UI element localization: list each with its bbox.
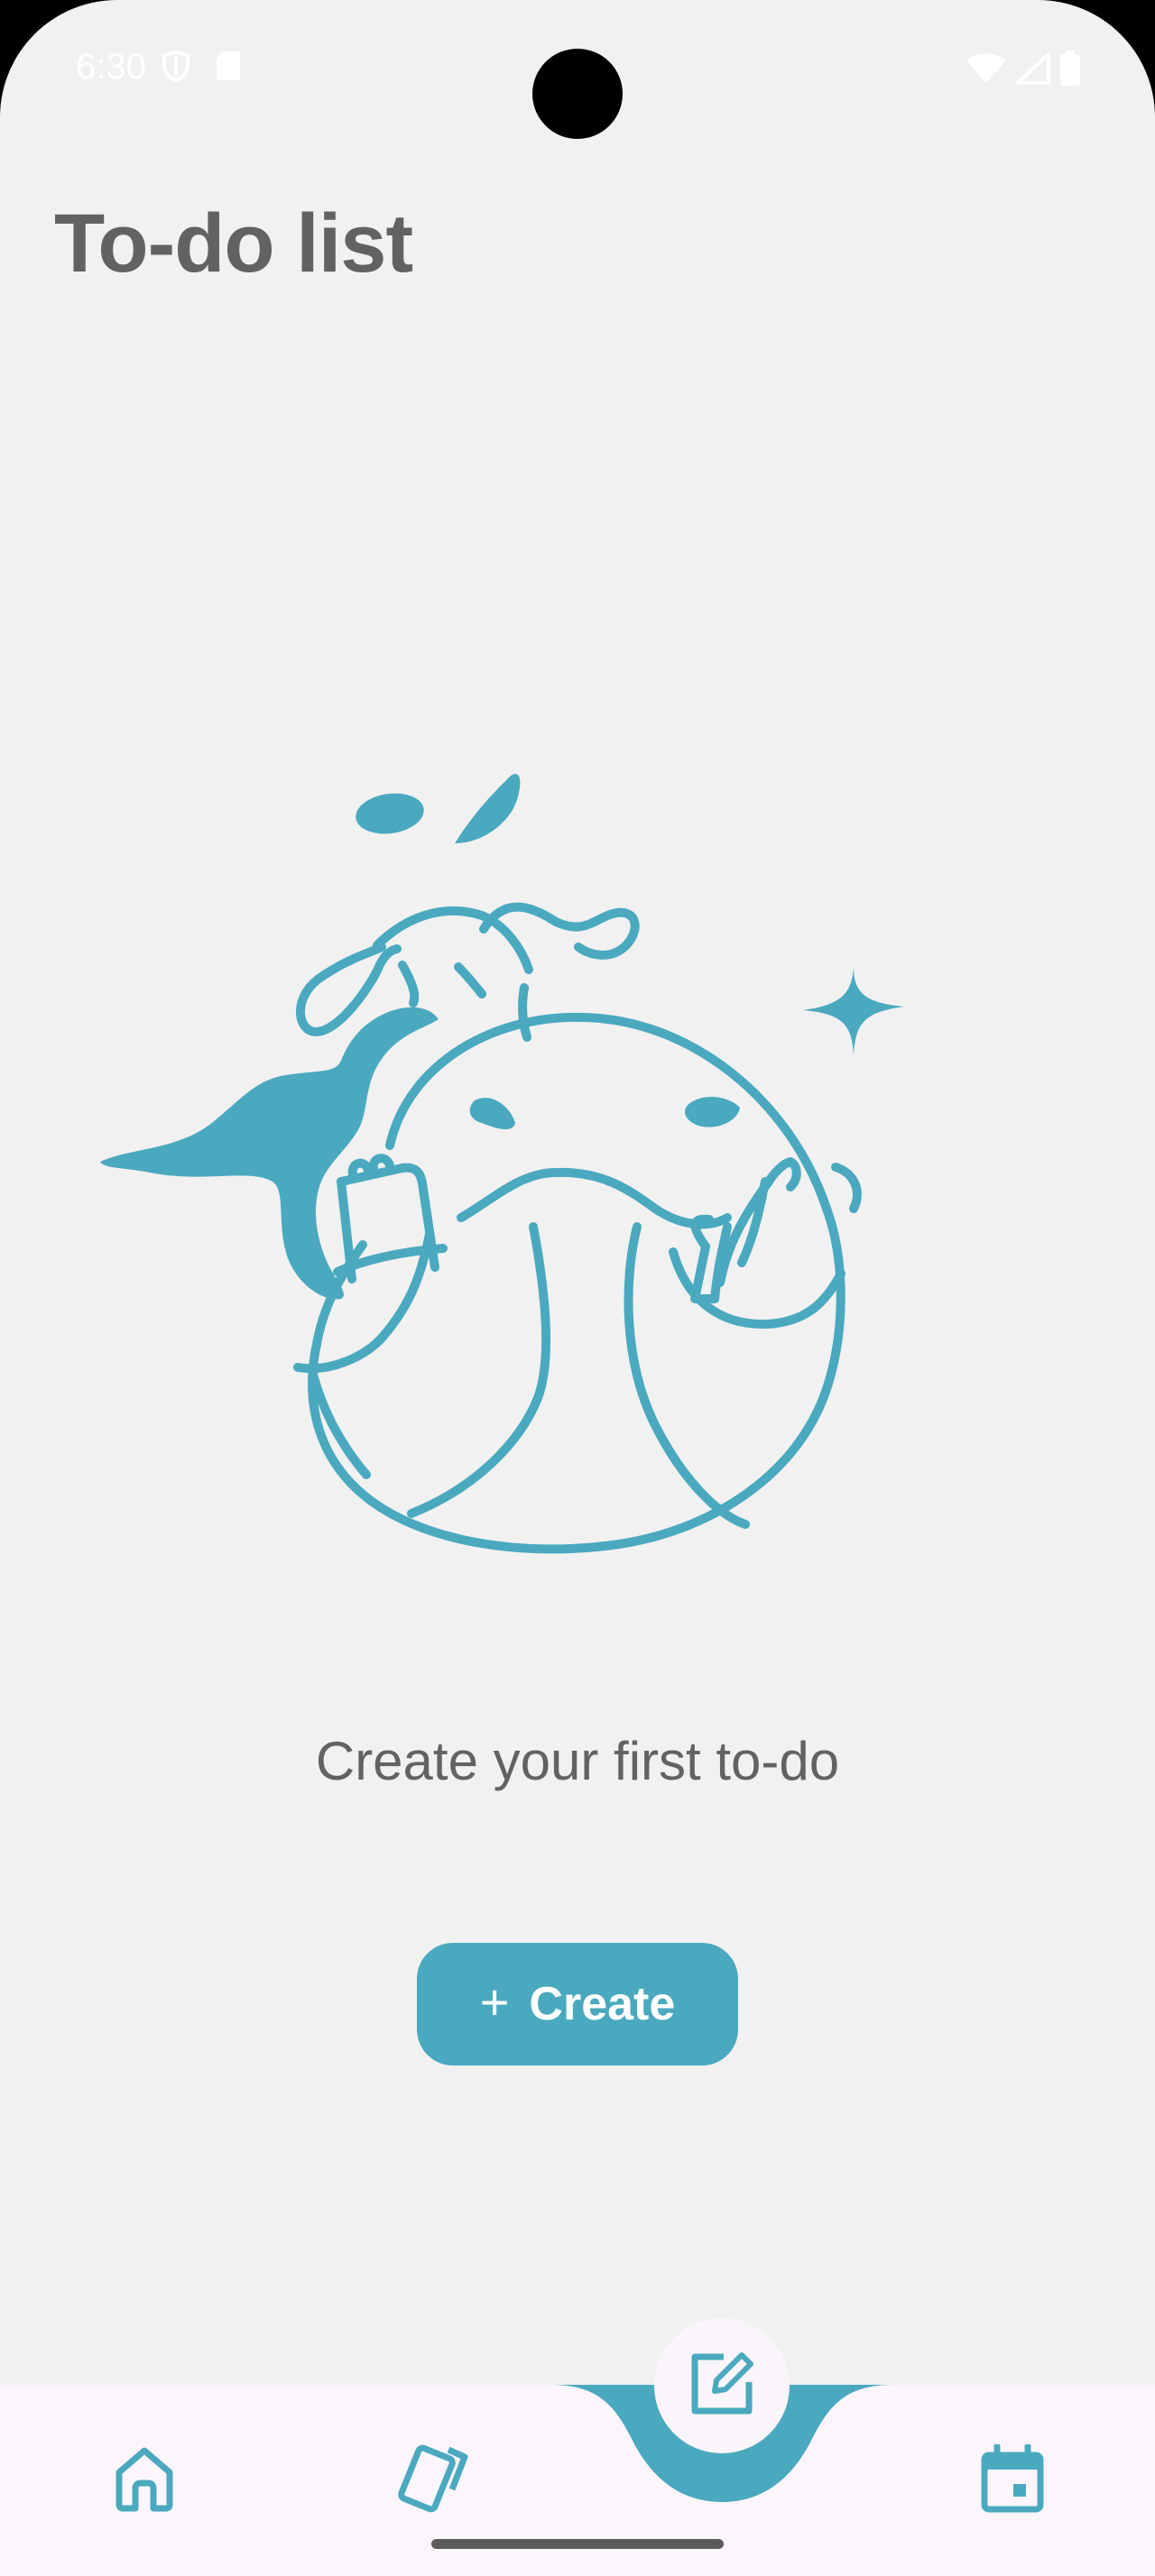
edit-note-icon [688,2350,756,2423]
cards-icon [393,2443,474,2519]
nav-todo-active[interactable] [654,2318,790,2453]
home-icon [112,2445,177,2516]
plus-icon: + [479,1973,510,2030]
signal-icon [1016,52,1050,89]
status-time: 6:30 [76,47,146,87]
calendar-icon [981,2443,1044,2517]
status-right-icons [966,51,1081,91]
whale-illustration [96,758,908,1605]
empty-state-message: Create your first to-do [315,1731,840,1791]
create-button[interactable]: + Create [417,1943,738,2065]
page-title: To-do list [54,198,413,290]
battery-icon [1059,51,1081,91]
sd-card-icon [215,50,242,87]
nav-home[interactable] [99,2435,189,2525]
gesture-handle[interactable] [431,2539,724,2549]
app-screen: 6:30 To-do list Create your first to-do … [0,0,1155,2576]
shield-icon [161,49,191,87]
status-bar: 6:30 [0,0,1155,139]
status-left-icons [161,49,242,87]
nav-calendar[interactable] [967,2435,1058,2525]
wifi-icon [966,52,1007,89]
nav-cards[interactable] [388,2435,478,2525]
create-button-label: Create [529,1978,676,2030]
camera-cutout [532,49,623,139]
